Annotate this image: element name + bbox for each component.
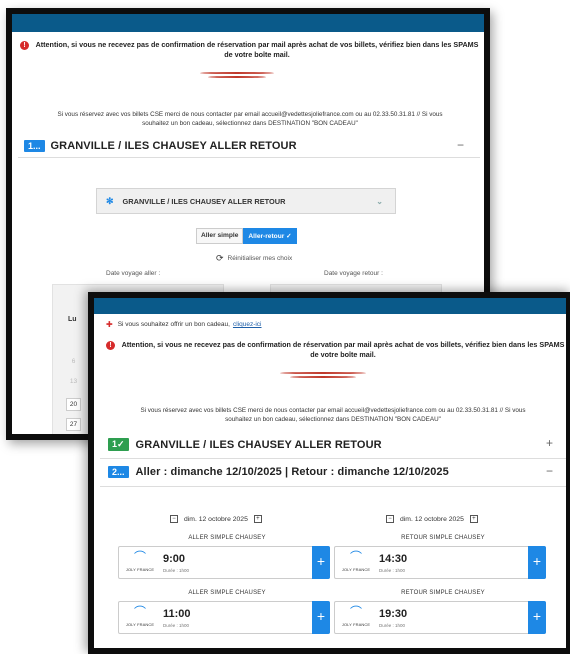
- joly-france-logo: ⌒ JOLY FRANCE: [341, 605, 371, 627]
- step-1-title: GRANVILLE / ILES CHAUSEY ALLER RETOUR: [135, 438, 382, 451]
- date-retour: dim. 12 octobre 2025: [400, 515, 464, 523]
- destination-label: GRANVILLE / ILES CHAUSEY ALLER RETOUR: [122, 196, 286, 206]
- warning-text-line2: de votre boîte mail.: [310, 350, 376, 360]
- step-2-header[interactable]: 2... Aller : dimanche 12/10/2025 | Retou…: [108, 466, 449, 478]
- red-underline-scribble: [200, 72, 274, 74]
- add-button[interactable]: +: [528, 546, 546, 579]
- date-aller: dim. 12 octobre 2025: [184, 515, 248, 523]
- warning-text-line1: Attention, si vous ne recevez pas de con…: [35, 40, 479, 49]
- return-card[interactable]: ⌒ JOLY FRANCE 19:30 Durée : 1h00 +: [334, 601, 546, 634]
- warning-icon: !: [106, 341, 115, 350]
- date-aller-label: Date voyage aller :: [106, 270, 161, 277]
- collapse-icon[interactable]: −: [546, 464, 553, 478]
- add-button[interactable]: +: [312, 601, 330, 634]
- joly-france-logo: ⌒ JOLY FRANCE: [125, 550, 155, 572]
- departure-time: 19:30: [379, 608, 408, 620]
- duration: Durée : 1h00: [163, 568, 190, 573]
- departure-card[interactable]: ⌒ JOLY FRANCE 9:00 Durée : 1h00 +: [118, 546, 330, 579]
- next-day-button[interactable]: +: [469, 515, 478, 523]
- top-bar: [12, 14, 484, 32]
- joly-france-logo: ⌒ JOLY FRANCE: [125, 605, 155, 627]
- duration: Durée : 1h00: [163, 623, 190, 628]
- departure-time: 11:00: [163, 608, 191, 620]
- step-1-badge: 1...: [24, 140, 45, 152]
- departure-card[interactable]: ⌒ JOLY FRANCE 11:00 Durée : 1h00 +: [118, 601, 330, 634]
- date-nav-retour: − dim. 12 octobre 2025 +: [380, 515, 484, 523]
- caption-aller: ALLER SIMPLE CHAUSEY: [188, 590, 266, 596]
- seagull-icon: ⌒: [133, 550, 146, 564]
- departure-time: 14:30: [379, 553, 408, 565]
- duration: Durée : 1h00: [379, 568, 406, 573]
- collapse-icon[interactable]: −: [457, 138, 464, 152]
- red-underline-scribble-2: [208, 76, 266, 78]
- red-underline-scribble-2: [290, 376, 356, 378]
- warning-icon: !: [20, 41, 29, 50]
- gift-icon: ✚: [106, 320, 113, 329]
- gift-voucher-row: ✚ Si vous souhaitez offrir un bon cadeau…: [106, 320, 262, 329]
- cse-info: Si vous réservez avec vos billets CSE me…: [140, 407, 526, 424]
- gift-voucher-link[interactable]: cliquez-ici: [233, 321, 262, 328]
- chevron-down-icon: ⌄: [376, 196, 383, 206]
- return-card[interactable]: ⌒ JOLY FRANCE 14:30 Durée : 1h00 +: [334, 546, 546, 579]
- caption-aller: ALLER SIMPLE CHAUSEY: [188, 535, 266, 541]
- caption-retour: RETOUR SIMPLE CHAUSEY: [401, 535, 485, 541]
- step-1-title: GRANVILLE / ILES CHAUSEY ALLER RETOUR: [50, 140, 297, 152]
- date-nav-aller: − dim. 12 octobre 2025 +: [164, 515, 268, 523]
- front-screenshot: ✚ Si vous souhaitez offrir un bon cadeau…: [88, 292, 570, 654]
- calendar-day[interactable]: 27: [66, 418, 81, 431]
- gear-icon: ✻: [106, 195, 114, 206]
- step-2-title: Aller : dimanche 12/10/2025 | Retour : d…: [135, 466, 449, 478]
- step-2-badge: 2...: [108, 466, 129, 478]
- divider: [100, 486, 566, 487]
- prev-day-button[interactable]: −: [386, 515, 394, 523]
- aller-retour-option[interactable]: Aller-retour ✓: [243, 228, 297, 244]
- date-retour-label: Date voyage retour :: [324, 270, 383, 277]
- destination-select[interactable]: ✻ GRANVILLE / ILES CHAUSEY ALLER RETOUR …: [96, 188, 396, 214]
- seagull-icon: ⌒: [133, 605, 146, 619]
- caption-retour: RETOUR SIMPLE CHAUSEY: [401, 590, 485, 596]
- warning-text-line1: Attention, si vous ne recevez pas de con…: [121, 340, 565, 349]
- trip-type-toggle: Aller simple Aller-retour ✓: [196, 228, 297, 244]
- aller-simple-option[interactable]: Aller simple: [196, 228, 244, 244]
- step-1-header[interactable]: 1... GRANVILLE / ILES CHAUSEY ALLER RETO…: [24, 140, 297, 152]
- step-1-badge: 1✓: [108, 438, 129, 451]
- calendar-day[interactable]: 20: [66, 398, 81, 411]
- expand-icon[interactable]: +: [546, 436, 553, 450]
- calendar-day: 6: [71, 358, 76, 365]
- divider: [18, 157, 480, 158]
- red-underline-scribble: [280, 372, 366, 374]
- seagull-icon: ⌒: [349, 550, 362, 564]
- step-1-header[interactable]: 1✓ GRANVILLE / ILES CHAUSEY ALLER RETOUR: [108, 438, 382, 451]
- departure-time: 9:00: [163, 553, 186, 565]
- refresh-icon: ⟳: [216, 253, 224, 263]
- weekday-lu: Lu: [68, 316, 77, 323]
- calendar-day: 13: [69, 378, 78, 385]
- divider: [100, 458, 566, 459]
- seagull-icon: ⌒: [349, 605, 362, 619]
- spam-warning: ! Attention, si vous ne recevez pas de c…: [20, 40, 482, 61]
- warning-text-line2: de votre boîte mail.: [224, 50, 290, 60]
- cse-info: Si vous réservez avec vos billets CSE me…: [57, 111, 443, 128]
- duration: Durée : 1h00: [379, 623, 406, 628]
- spam-warning: ! Attention, si vous ne recevez pas de c…: [106, 340, 566, 361]
- next-day-button[interactable]: +: [253, 515, 262, 523]
- prev-day-button[interactable]: −: [170, 515, 178, 523]
- reset-choices[interactable]: ⟳ Réinitialiser mes choix: [216, 253, 292, 264]
- add-button[interactable]: +: [528, 601, 546, 634]
- add-button[interactable]: +: [312, 546, 330, 579]
- joly-france-logo: ⌒ JOLY FRANCE: [341, 550, 371, 572]
- top-bar: [94, 298, 566, 314]
